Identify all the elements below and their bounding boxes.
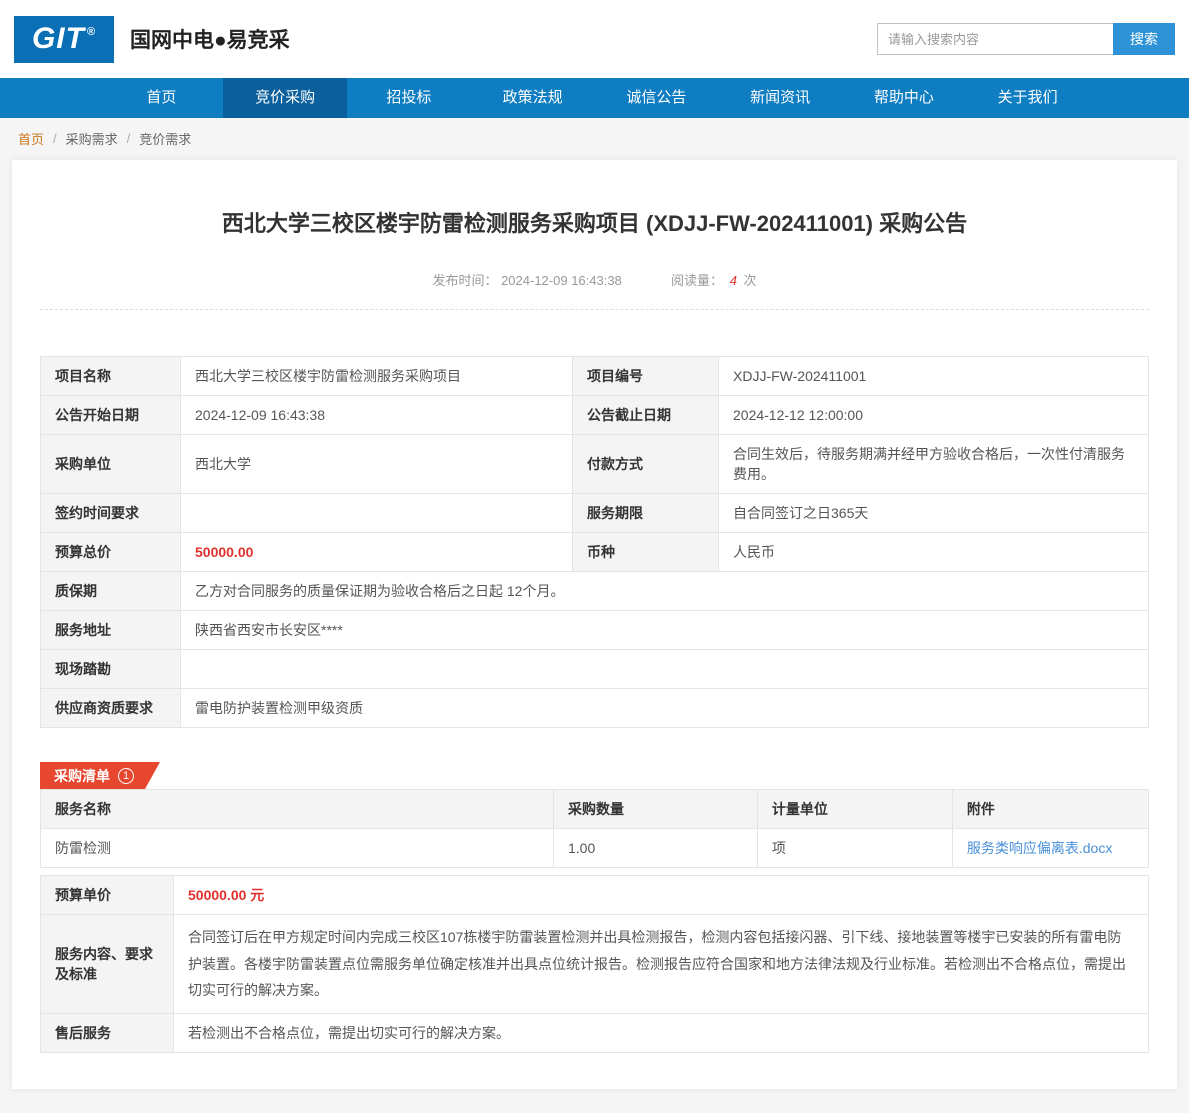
breadcrumb: 首页 / 采购需求 / 竞价需求 [0,118,1189,158]
project-name-label: 项目名称 [41,357,181,396]
buyer-value: 西北大学 [181,435,573,494]
table-row: 现场踏勘 [41,650,1149,689]
logo-text: GIT [32,22,85,56]
table-header-row: 服务名称 采购数量 计量单位 附件 [41,790,1149,829]
supplier-qualification-label: 供应商资质要求 [41,689,181,728]
payment-label: 付款方式 [573,435,719,494]
views-unit: 次 [744,273,757,288]
nav-item-policies[interactable]: 政策法规 [471,78,595,118]
table-row: 服务内容、要求及标准 合同签订后在甲方规定时间内完成三校区107栋楼宇防雷装置检… [41,915,1149,1014]
nav-item-bidding-purchase[interactable]: 竞价采购 [223,78,347,118]
site-header: GIT® 国网中电●易竞采 搜索 [0,0,1189,78]
site-visit-value [181,650,1149,689]
nav-item-help-center[interactable]: 帮助中心 [842,78,966,118]
nav-item-integrity-notices[interactable]: 诚信公告 [595,78,719,118]
brand-title: 国网中电●易竞采 [130,24,290,54]
nav-item-about-us[interactable]: 关于我们 [966,78,1090,118]
table-row: 公告开始日期 2024-12-09 16:43:38 公告截止日期 2024-1… [41,396,1149,435]
table-row: 售后服务 若检测出不合格点位，需提出切实可行的解决方案。 [41,1013,1149,1052]
page-title: 西北大学三校区楼宇防雷检测服务采购项目 (XDJJ-FW-202411001) … [40,206,1149,238]
project-no-value: XDJJ-FW-202411001 [719,357,1149,396]
service-period-label: 服务期限 [573,494,719,533]
table-row: 供应商资质要求 雷电防护装置检测甲级资质 [41,689,1149,728]
breadcrumb-bidding-demand: 竞价需求 [139,129,191,148]
table-row: 服务地址 陕西省西安市长安区**** [41,611,1149,650]
service-address-value: 陕西省西安市长安区**** [181,611,1149,650]
search-box: 搜索 [877,23,1175,55]
start-date-value: 2024-12-09 16:43:38 [181,396,573,435]
service-content-value: 合同签订后在甲方规定时间内完成三校区107栋楼宇防雷装置检测并出具检测报告，检测… [174,915,1149,1014]
currency-label: 币种 [573,533,719,572]
breadcrumb-separator: / [127,131,131,146]
views-label: 阅读量： [671,273,723,288]
nav-item-home[interactable]: 首页 [100,78,224,118]
table-row: 预算总价 50000.00 币种 人民币 [41,533,1149,572]
sign-time-label: 签约时间要求 [41,494,181,533]
publish-time-label: 发布时间： [432,273,497,288]
purchase-list-count-badge: 1 [118,768,134,784]
sign-time-value [181,494,573,533]
publish-time: 2024-12-09 16:43:38 [501,273,622,288]
currency-value: 人民币 [719,533,1149,572]
col-header-quantity: 采购数量 [554,790,758,829]
service-name-cell: 防雷检测 [41,829,554,868]
attachment-link[interactable]: 服务类响应偏离表.docx [967,840,1112,856]
dashed-divider [40,309,1149,310]
views-count: 4 [727,273,740,288]
purchase-list-badge: 采购清单 1 [40,762,160,789]
start-date-label: 公告开始日期 [41,396,181,435]
end-date-label: 公告截止日期 [573,396,719,435]
end-date-value: 2024-12-12 12:00:00 [719,396,1149,435]
table-row: 预算单价 50000.00 元 [41,876,1149,915]
nav-item-tenders[interactable]: 招投标 [347,78,471,118]
col-header-unit: 计量单位 [757,790,952,829]
after-sales-label: 售后服务 [41,1013,174,1052]
unit-price-value: 50000.00 元 [174,876,1149,915]
service-content-label: 服务内容、要求及标准 [41,915,174,1014]
registered-mark: ® [87,26,96,38]
site-visit-label: 现场踏勘 [41,650,181,689]
payment-value: 合同生效后，待服务期满并经甲方验收合格后，一次性付清服务费用。 [719,435,1149,494]
table-row: 采购单位 西北大学 付款方式 合同生效后，待服务期满并经甲方验收合格后，一次性付… [41,435,1149,494]
breadcrumb-home[interactable]: 首页 [18,129,44,148]
buyer-label: 采购单位 [41,435,181,494]
purchase-list-badge-label: 采购清单 [54,766,110,786]
announcement-card: 西北大学三校区楼宇防雷检测服务采购项目 (XDJJ-FW-202411001) … [12,160,1177,1089]
warranty-value: 乙方对合同服务的质量保证期为验收合格后之日起 12个月。 [181,572,1149,611]
col-header-attachment: 附件 [952,790,1148,829]
service-detail-table: 预算单价 50000.00 元 服务内容、要求及标准 合同签订后在甲方规定时间内… [40,875,1149,1053]
after-sales-value: 若检测出不合格点位，需提出切实可行的解决方案。 [174,1013,1149,1052]
project-name-value: 西北大学三校区楼宇防雷检测服务采购项目 [181,357,573,396]
table-row: 签约时间要求 服务期限 自合同签订之日365天 [41,494,1149,533]
breadcrumb-purchase-demand[interactable]: 采购需求 [66,129,118,148]
search-input[interactable] [877,23,1113,55]
main-nav: 首页 竞价采购 招投标 政策法规 诚信公告 新闻资讯 帮助中心 关于我们 [0,78,1189,118]
project-no-label: 项目编号 [573,357,719,396]
table-row: 防雷检测 1.00 项 服务类响应偏离表.docx [41,829,1149,868]
table-row: 项目名称 西北大学三校区楼宇防雷检测服务采购项目 项目编号 XDJJ-FW-20… [41,357,1149,396]
budget-value: 50000.00 [181,533,573,572]
publish-meta: 发布时间： 2024-12-09 16:43:38 阅读量： 4 次 [40,270,1149,289]
unit-cell: 项 [757,829,952,868]
purchase-list-badge-row: 采购清单 1 [40,762,1149,789]
service-period-value: 自合同签订之日365天 [719,494,1149,533]
quantity-cell: 1.00 [554,829,758,868]
service-address-label: 服务地址 [41,611,181,650]
table-row: 质保期 乙方对合同服务的质量保证期为验收合格后之日起 12个月。 [41,572,1149,611]
site-logo[interactable]: GIT® [14,16,114,63]
col-header-service-name: 服务名称 [41,790,554,829]
supplier-qualification-value: 雷电防护装置检测甲级资质 [181,689,1149,728]
warranty-label: 质保期 [41,572,181,611]
purchase-list-table: 服务名称 采购数量 计量单位 附件 防雷检测 1.00 项 服务类响应偏离表.d… [40,789,1149,868]
budget-label: 预算总价 [41,533,181,572]
nav-item-news[interactable]: 新闻资讯 [718,78,842,118]
unit-price-label: 预算单价 [41,876,174,915]
project-info-table: 项目名称 西北大学三校区楼宇防雷检测服务采购项目 项目编号 XDJJ-FW-20… [40,356,1149,728]
search-button[interactable]: 搜索 [1113,23,1175,55]
breadcrumb-separator: / [53,131,57,146]
